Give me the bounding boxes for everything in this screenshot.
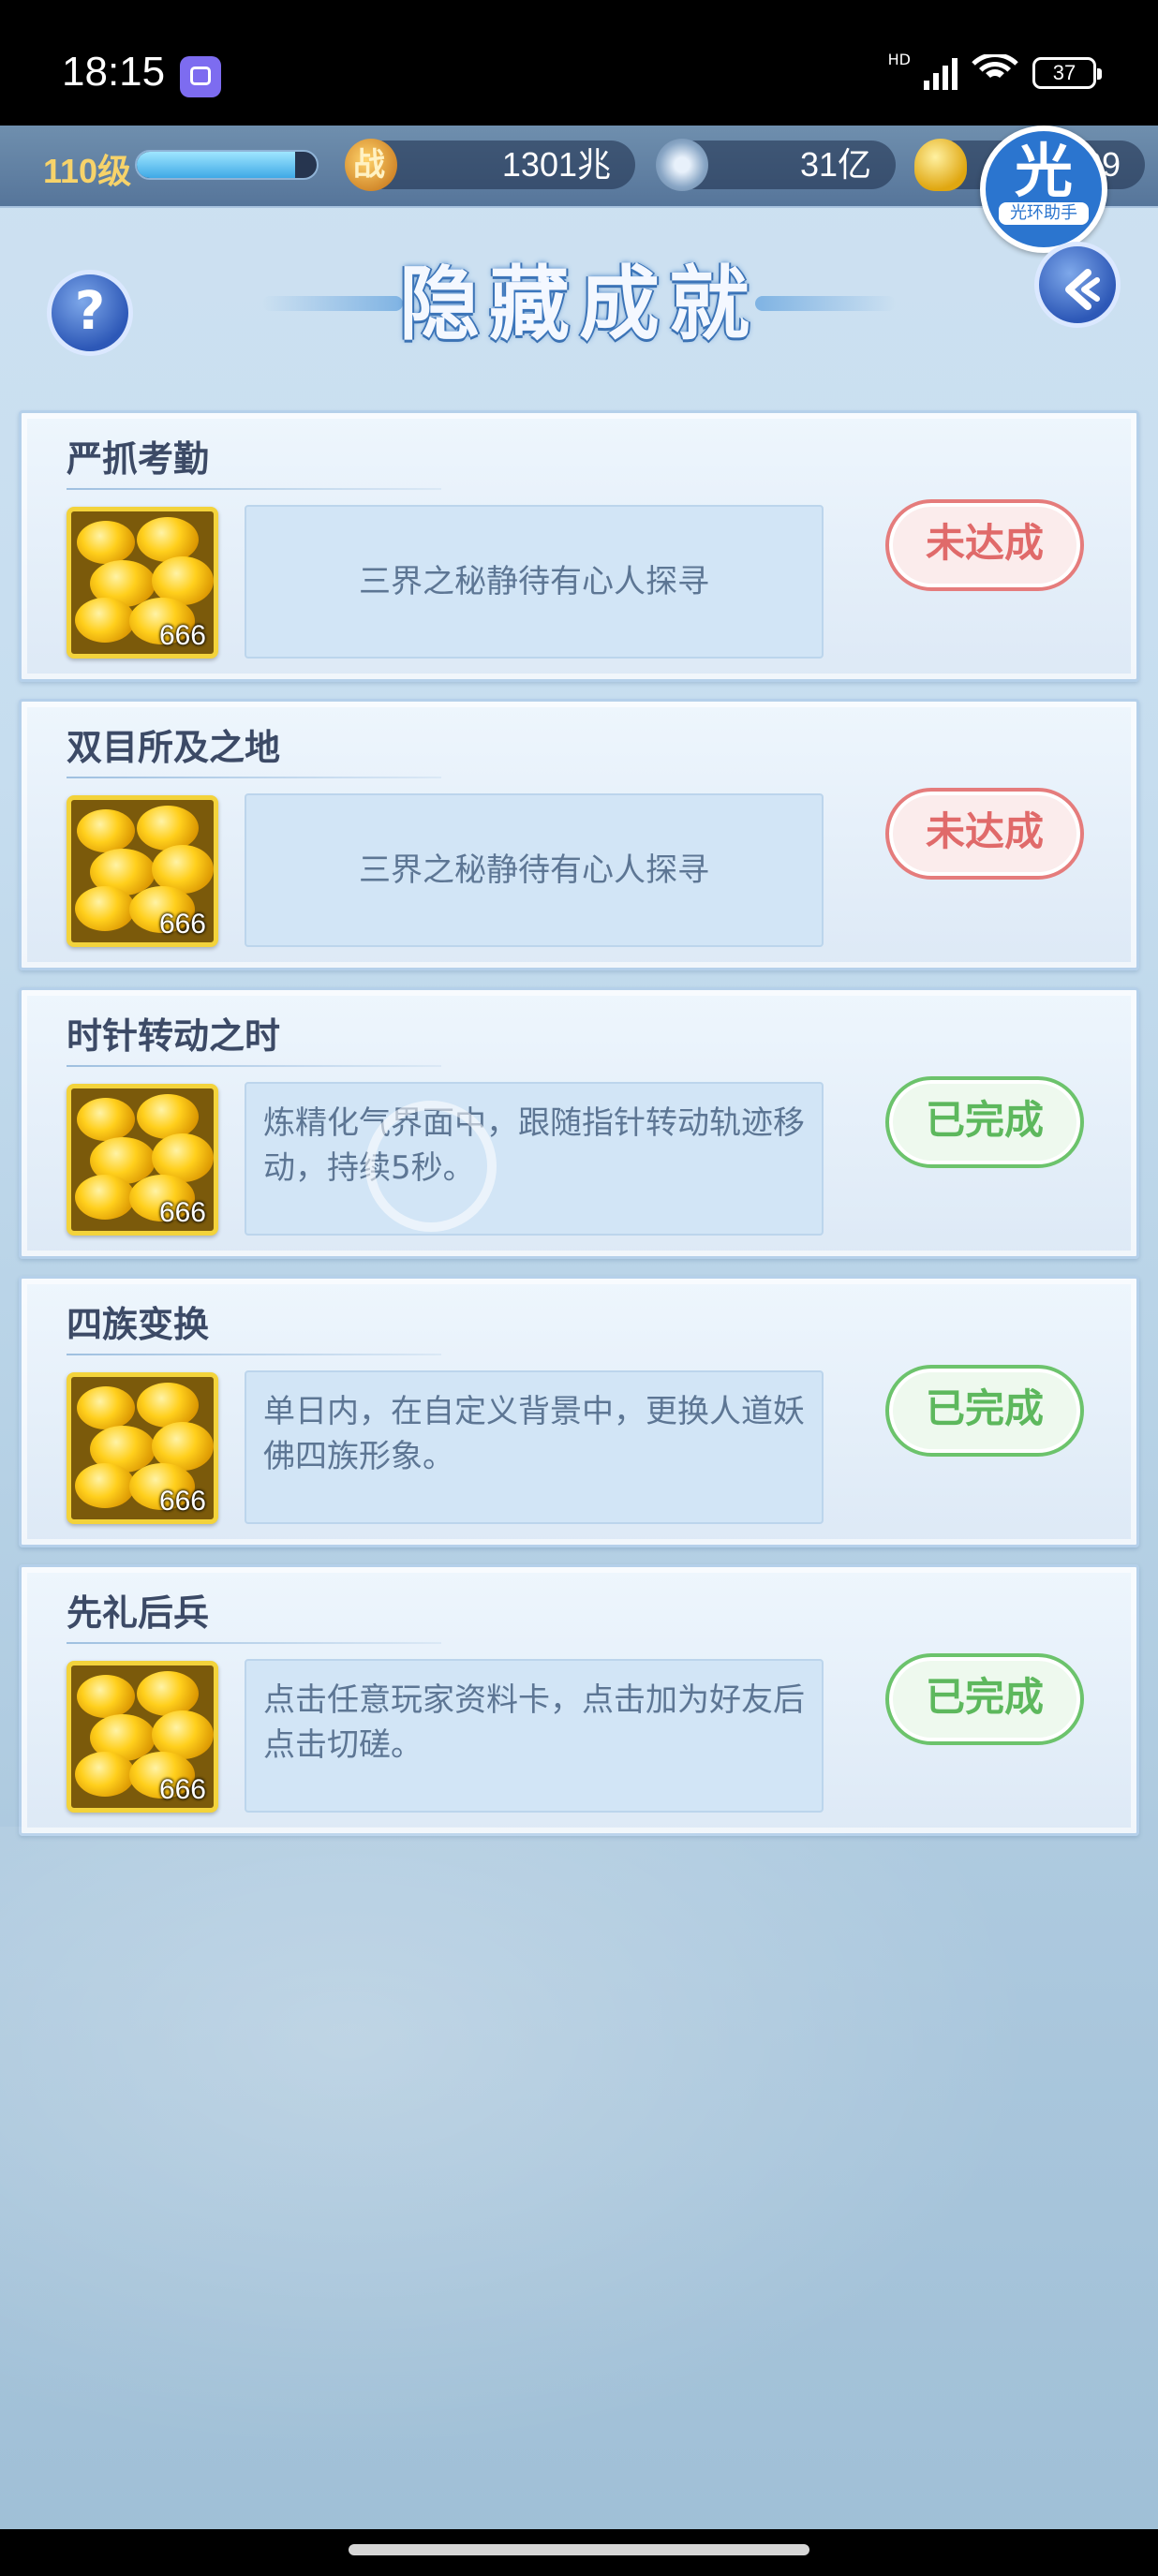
signal-icon [924, 56, 958, 90]
help-button[interactable]: ? [47, 270, 133, 356]
reward-quantity: 666 [158, 1486, 206, 1517]
achievement-name: 先礼后兵 [67, 1592, 210, 1634]
achievement-description: 三界之秘静待有心人探寻 [245, 505, 824, 659]
achievement-card: 先礼后兵 666 点击任意玩家资料卡，点击加为好友后点击切磋。 已完成 [19, 1564, 1139, 1836]
app-notification-icon [180, 56, 221, 97]
achievement-card: 严抓考勤 666 三界之秘静待有心人探寻 未达成 [19, 410, 1139, 682]
page-title: 隐藏成就 [399, 258, 759, 351]
not-achieved-badge: 未达成 [885, 788, 1084, 880]
status-time: 18:15 [62, 49, 166, 95]
exp-progress-bar [135, 150, 319, 180]
status-indicators: HD 37 [887, 51, 1102, 92]
silver-coin-icon [656, 139, 708, 191]
loading-indicator [365, 1101, 497, 1232]
network-type-label: HD [887, 51, 911, 68]
reward-item[interactable]: 666 [67, 795, 218, 947]
not-achieved-badge: 未达成 [885, 499, 1084, 591]
achievement-name: 四族变换 [67, 1304, 210, 1345]
achievement-card: 四族变换 666 单日内，在自定义背景中，更换人道妖佛四族形象。 已完成 [19, 1276, 1139, 1547]
home-indicator[interactable] [349, 2544, 809, 2555]
back-arrow-icon [1065, 269, 1100, 310]
gold-ingot-icon [77, 1675, 135, 1718]
achievement-description: 炼精化气界面中，跟随指针转动轨迹移动，持续5秒。 [245, 1082, 824, 1236]
wifi-icon [971, 54, 1019, 92]
title-divider [67, 488, 441, 490]
silver-currency[interactable]: 31亿 [656, 139, 896, 191]
reward-item[interactable]: 666 [67, 1084, 218, 1236]
gold-ingot-icon [77, 1098, 135, 1141]
reward-item[interactable]: 666 [67, 507, 218, 659]
page-header: 隐藏成就 [262, 253, 896, 356]
combat-power[interactable]: 1301兆 [345, 139, 635, 191]
title-divider [67, 1065, 441, 1067]
back-button[interactable] [1034, 242, 1121, 328]
title-divider [67, 1642, 441, 1644]
achievement-list: 严抓考勤 666 三界之秘静待有心人探寻 未达成 双目所及之地 666 三界之秘静待有心人探… [19, 410, 1139, 1853]
achievement-name: 双目所及之地 [67, 727, 281, 768]
achievement-description: 单日内，在自定义背景中，更换人道妖佛四族形象。 [245, 1370, 824, 1524]
gold-ingot-icon [77, 521, 135, 564]
silver-value: 31亿 [799, 145, 871, 184]
reward-quantity: 666 [158, 909, 206, 940]
reward-quantity: 666 [158, 1774, 206, 1805]
achievement-name: 严抓考勤 [67, 438, 210, 480]
achievement-card: 双目所及之地 666 三界之秘静待有心人探寻 未达成 [19, 699, 1139, 970]
gold-ingot-icon [75, 1463, 135, 1508]
gold-ingot-icon [137, 806, 199, 851]
achievement-name: 时针转动之时 [67, 1015, 281, 1057]
helper-logo-char: 光 [1014, 137, 1073, 205]
title-divider [67, 1354, 441, 1355]
gold-ingot-icon [77, 809, 135, 852]
combat-power-icon [345, 139, 397, 191]
gold-ingot-icon [914, 139, 967, 191]
background-mist [0, 1827, 1158, 2529]
completed-badge: 已完成 [885, 1365, 1084, 1457]
helper-label: 光环助手 [999, 202, 1089, 225]
battery-icon: 37 [1032, 57, 1102, 89]
gold-ingot-icon [137, 1094, 199, 1139]
reward-item[interactable]: 666 [67, 1372, 218, 1524]
gold-ingot-icon [77, 1386, 135, 1429]
gold-ingot-icon [137, 1383, 199, 1428]
achievement-card: 时针转动之时 666 炼精化气界面中，跟随指针转动轨迹移动，持续5秒。 已完成 [19, 987, 1139, 1259]
combat-power-value: 1301兆 [501, 145, 611, 184]
gold-ingot-icon [75, 886, 135, 931]
achievement-description: 点击任意玩家资料卡，点击加为好友后点击切磋。 [245, 1659, 824, 1813]
gold-ingot-icon [75, 1752, 135, 1797]
gold-ingot-icon [137, 1671, 199, 1716]
status-bar: 18:15 HD 37 [0, 0, 1158, 126]
completed-badge: 已完成 [885, 1653, 1084, 1745]
reward-quantity: 666 [158, 620, 206, 651]
title-divider [67, 777, 441, 778]
player-level: 110级 [43, 152, 132, 190]
reward-item[interactable]: 666 [67, 1661, 218, 1813]
gold-ingot-icon [75, 598, 135, 643]
helper-floating-button[interactable]: 光 光环助手 [980, 126, 1107, 253]
completed-badge: 已完成 [885, 1076, 1084, 1168]
exp-progress-fill [137, 152, 295, 178]
gold-ingot-icon [75, 1175, 135, 1220]
achievement-description: 三界之秘静待有心人探寻 [245, 793, 824, 947]
gold-ingot-icon [137, 517, 199, 562]
reward-quantity: 666 [158, 1197, 206, 1228]
